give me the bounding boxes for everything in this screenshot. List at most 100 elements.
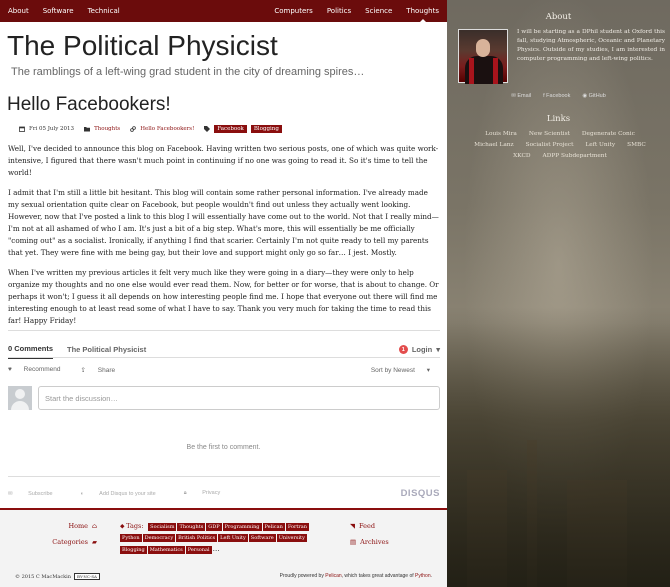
folder-icon [84, 126, 91, 132]
sidebar-link[interactable]: XKCD [513, 153, 530, 159]
disqus-d-icon: ◐ [80, 490, 84, 497]
footer-tag[interactable]: Fortran [285, 523, 310, 531]
about-heading: About [545, 12, 572, 22]
share-icon: ⇪ [80, 367, 86, 374]
background-photo [447, 0, 670, 587]
email-link[interactable]: ✉ Email [511, 93, 531, 99]
top-navbar: About Software Technical Computers Politics… [0, 0, 447, 23]
archive-icon: ▤ [350, 538, 357, 546]
footer-feed-label: Feed [359, 522, 376, 530]
subscribe-link[interactable]: ✉ Subscribe [8, 491, 67, 497]
disqus-footer-divider [8, 476, 440, 477]
post-title[interactable]: Hello Facebookers! [7, 94, 171, 116]
footer-categories-link[interactable]: Categories ▰ [52, 538, 97, 546]
footer-feed-link[interactable]: ◥ Feed [350, 522, 389, 530]
facebook-link[interactable]: f Facebook [543, 93, 570, 99]
footer-tag[interactable]: Blogging [120, 546, 147, 554]
sort-label: Sort by Newest [370, 367, 415, 374]
footer-tag[interactable]: British Politics [176, 534, 218, 542]
background-trees [447, 307, 670, 587]
tags-ellipsis[interactable]: … [213, 545, 220, 553]
rss-icon: ◥ [350, 522, 355, 530]
cc-license-badge[interactable]: BY-NC-SA [73, 573, 100, 580]
privacy-label: Privacy [202, 490, 221, 496]
sidebar-link[interactable]: New Scientist [529, 131, 570, 137]
footer-tag[interactable]: Python [120, 534, 142, 542]
nav-item-technical[interactable]: Technical [84, 7, 124, 15]
footer-tag[interactable]: Pelican [262, 523, 285, 531]
home-icon: ⌂ [92, 522, 97, 530]
powered-suffix: . [430, 573, 432, 579]
copyright: © 2015 C MacMackin BY-NC-SA [15, 573, 100, 580]
powered-prefix: Proudly powered by [279, 573, 326, 579]
footer-nav-left: Home ⌂ Categories ▰ [52, 522, 97, 553]
footer-nav-right: ◥ Feed ▤ Archives [350, 522, 389, 553]
footer-tag[interactable]: Democracy [142, 534, 176, 542]
nav-item-computers[interactable]: Computers [270, 7, 316, 15]
nav-item-thoughts[interactable]: Thoughts [402, 7, 443, 23]
sidebar-link[interactable]: Louis Mira [485, 131, 517, 137]
add-disqus-label: Add Disqus to your site [99, 490, 156, 497]
facebook-label: Facebook [546, 93, 571, 99]
sidebar-link[interactable]: SMBC [627, 142, 646, 148]
login-label: Login [411, 345, 433, 354]
recommend-button[interactable]: ♥ Recommend [8, 366, 71, 374]
sidebar-link[interactable]: ADPP Subdepartment [543, 153, 607, 159]
github-link[interactable]: ◉ GitHub [582, 93, 605, 99]
profile-photo [458, 29, 508, 84]
post-tag[interactable]: Facebook [214, 125, 247, 133]
post-permalink[interactable]: Hello Facebookers! [140, 126, 194, 132]
footer-tag[interactable]: Personal [185, 546, 212, 554]
email-label: Email [517, 93, 532, 99]
links-list: Louis Mira New Scientist Degenerate Conic M… [465, 131, 655, 159]
nav-item-software[interactable]: Software [39, 7, 78, 15]
envelope-icon: ✉ [8, 490, 13, 497]
sidebar-link[interactable]: Left Unity [585, 142, 615, 148]
site-footer: Home ⌂ Categories ▰ ⬥ Tags: Socialism Tho… [0, 508, 447, 587]
footer-tag[interactable]: Socialism [148, 523, 177, 531]
footer-archives-label: Archives [360, 538, 389, 546]
post-meta: Fri 05 July 2013 Thoughts Hello Facebook… [19, 125, 282, 133]
disqus-logo[interactable]: DISQUS [401, 488, 440, 499]
site-title[interactable]: The Political Physicist [7, 30, 278, 62]
tags-icon [204, 126, 211, 132]
post-tag[interactable]: Blogging [250, 125, 282, 133]
disqus-footer: ✉ Subscribe ◐ Add Disqus to your site 🔒︎… [8, 488, 440, 499]
post-body: Well, I've decided to announce this blog… [8, 143, 440, 335]
share-label: Share [97, 367, 116, 374]
sidebar-link[interactable]: Socialist Project [526, 142, 574, 148]
footer-tag[interactable]: Programming [222, 523, 262, 531]
disqus-actions: ♥ Recommend ⇪ Share Sort by Newest ▾ [8, 366, 440, 374]
sort-dropdown[interactable]: Sort by Newest ▾ [371, 366, 440, 374]
folder-open-icon: ▰ [92, 538, 97, 546]
envelope-icon: ✉ [511, 93, 516, 99]
copyright-text: © 2015 C MacMackin [15, 573, 71, 580]
facebook-icon: f [543, 93, 545, 99]
discussion-input[interactable]: Start the discussion… [38, 386, 440, 410]
privacy-link[interactable]: 🔒︎ Privacy [184, 490, 235, 497]
photo-stripe [469, 58, 474, 84]
share-button[interactable]: ⇪ Share [81, 366, 126, 374]
add-disqus-link[interactable]: ◐ Add Disqus to your site [81, 491, 170, 497]
footer-tag[interactable]: Left Unity [218, 534, 248, 542]
sidebar-link[interactable]: Michael Lanz [474, 142, 513, 148]
footer-tag[interactable]: University [276, 534, 307, 542]
sidebar-link[interactable]: Degenerate Conic [582, 131, 635, 137]
nav-item-science[interactable]: Science [361, 7, 396, 15]
python-link[interactable]: Python [415, 573, 431, 579]
footer-home-link[interactable]: Home ⌂ [52, 522, 97, 530]
footer-tag[interactable]: Thoughts [177, 523, 206, 531]
nav-right: Computers Politics Science Thoughts [264, 7, 443, 23]
post-paragraph: When I've written my previous articles i… [8, 268, 439, 325]
disqus-tab-divider [8, 357, 440, 358]
post-category-link[interactable]: Thoughts [94, 126, 120, 132]
nav-left: About Software Technical [4, 7, 130, 15]
nav-item-about[interactable]: About [4, 7, 33, 15]
footer-tag[interactable]: Software [248, 534, 276, 542]
footer-archives-link[interactable]: ▤ Archives [350, 538, 389, 546]
heart-icon: ♥ [8, 366, 12, 373]
pelican-link[interactable]: Pelican [325, 573, 341, 579]
footer-tag[interactable]: GDP [206, 523, 222, 531]
nav-item-politics[interactable]: Politics [323, 7, 355, 15]
footer-tag[interactable]: Mathematics [147, 546, 185, 554]
